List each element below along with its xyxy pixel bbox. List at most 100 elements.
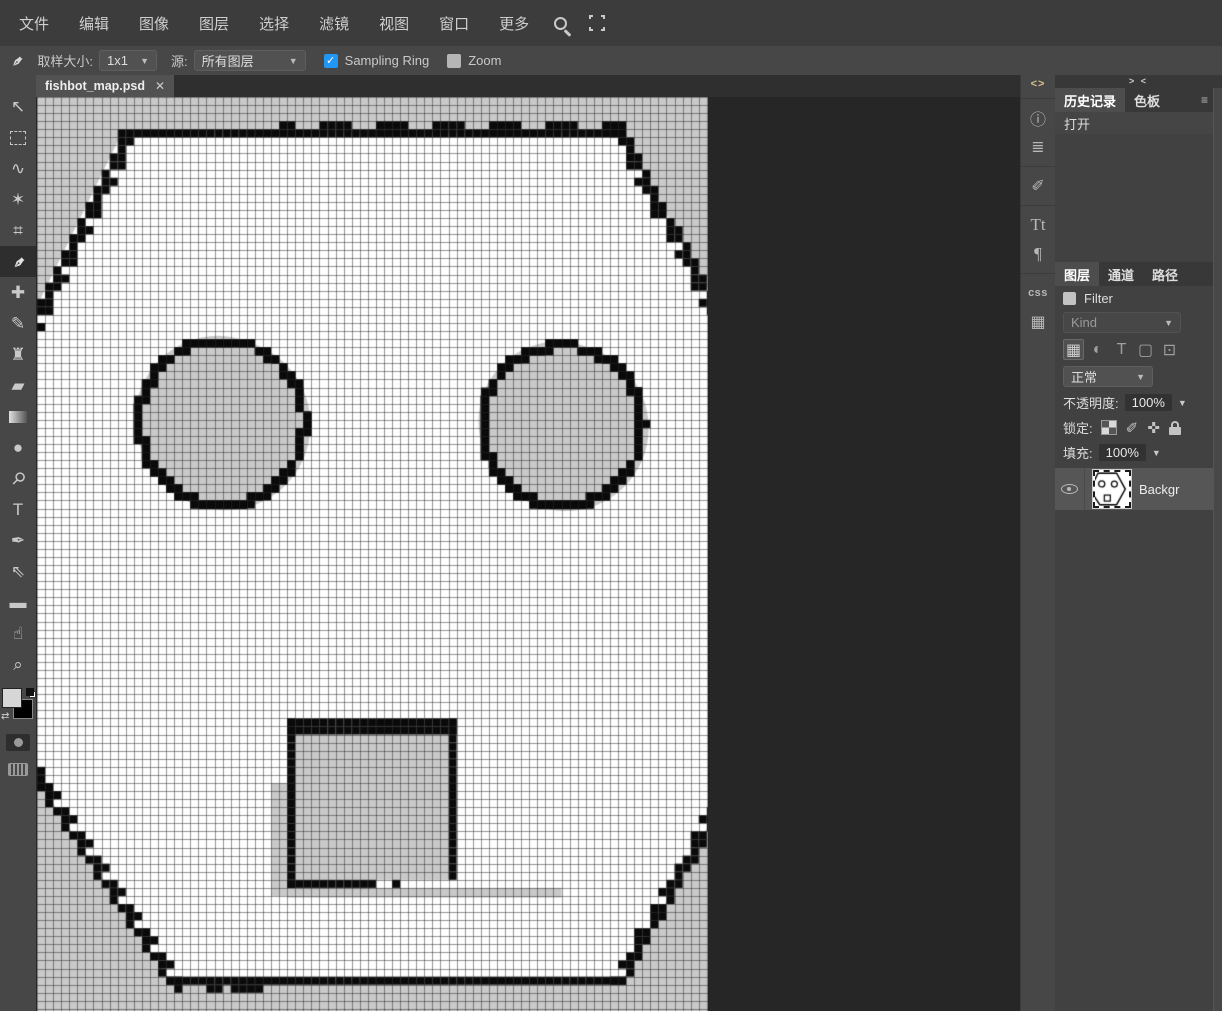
canvas-area (36, 97, 1020, 1011)
type-tool-button[interactable]: T (0, 494, 36, 525)
history-entries: 打开 (1055, 112, 1222, 134)
gradient-tool-button[interactable] (0, 401, 36, 432)
lasso-tool-button[interactable]: ∿ (0, 153, 36, 184)
lock-position-icon[interactable]: ✜ (1147, 419, 1160, 437)
magic-wand-tool-button[interactable]: ✶ (0, 184, 36, 215)
layer-list: Backgr (1055, 468, 1222, 510)
history-tab-0[interactable]: 历史记录 (1055, 88, 1126, 112)
menu-items: 文件 编辑 图像 图层 选择 滤镜 视图 窗口 更多 (4, 0, 544, 46)
layer-row[interactable]: Backgr (1055, 468, 1222, 510)
source-select[interactable]: 所有图层 ▼ (193, 50, 306, 71)
pen-tool-icon: ✒ (10, 530, 26, 550)
layers-tab-2[interactable]: 路径 (1143, 262, 1187, 286)
filter-image-icon[interactable]: ▦ (1063, 339, 1084, 360)
menu-item-0[interactable]: 文件 (4, 0, 64, 46)
layers-panel-tabs: 图层 通道 路径 (1055, 262, 1222, 286)
info-icon[interactable]: ⓘ (1030, 103, 1046, 132)
zoom-tool-button[interactable]: ⌕ (0, 649, 36, 680)
eraser-tool-button[interactable]: ▰ (0, 370, 36, 401)
history-entry[interactable]: 打开 (1055, 112, 1222, 134)
magic-wand-tool-icon: ✶ (10, 189, 26, 209)
menu-item-7[interactable]: 窗口 (424, 0, 484, 46)
clone-stamp-tool-button[interactable]: ♜ (0, 339, 36, 370)
document-canvas[interactable] (37, 97, 708, 1011)
keyboard-shortcuts-icon[interactable] (8, 763, 28, 776)
sampling-ring-label: Sampling Ring (344, 53, 430, 68)
menu-item-4[interactable]: 选择 (244, 0, 304, 46)
search-icon[interactable] (554, 16, 572, 37)
opacity-value[interactable]: 100% (1124, 394, 1172, 411)
hand-tool-icon: ☝ (12, 623, 24, 643)
path-select-tool-button[interactable]: ⇖ (0, 556, 36, 587)
blend-mode-value: 正常 (1071, 370, 1098, 385)
menu-item-1[interactable]: 编辑 (64, 0, 124, 46)
lock-all-icon[interactable] (1168, 420, 1181, 435)
hand-tool-button[interactable]: ☝ (0, 618, 36, 649)
lock-transparency-icon[interactable] (1100, 420, 1117, 435)
brush-tool-button[interactable]: ✎ (0, 308, 36, 339)
kind-select[interactable]: Kind ▼ (1063, 312, 1181, 333)
layer-thumbnail[interactable] (1092, 469, 1132, 509)
chevron-down-icon[interactable]: ▼ (1152, 448, 1161, 458)
blur-tool-button[interactable]: ● (0, 432, 36, 463)
chevron-down-icon[interactable]: ▼ (1178, 398, 1187, 408)
layers-tab-1[interactable]: 通道 (1099, 262, 1143, 286)
filter-frame-icon[interactable]: ▢ (1135, 339, 1156, 360)
menu-item-8[interactable]: 更多 (484, 0, 544, 46)
blur-tool-icon: ● (12, 437, 24, 457)
zoom-label: Zoom (468, 53, 502, 68)
close-icon[interactable]: ✕ (155, 79, 165, 93)
color-swatches[interactable]: ⇄ (1, 688, 36, 722)
collapse-panels-icon[interactable]: <> (1031, 75, 1046, 93)
fullscreen-icon[interactable] (586, 12, 609, 34)
visibility-cell[interactable] (1055, 468, 1085, 510)
menu-item-6[interactable]: 视图 (364, 0, 424, 46)
eyedropper-tool-button[interactable]: ✒ (0, 246, 36, 277)
quick-mask-button[interactable] (6, 734, 30, 751)
zoom-checkbox[interactable]: Zoom (447, 53, 501, 68)
menu-icons (554, 12, 609, 37)
image-icon[interactable]: ▦ (1030, 307, 1045, 336)
filter-type-icon[interactable]: T (1111, 339, 1132, 360)
crop-tool-button[interactable]: ⌗ (0, 215, 36, 246)
strip-separator (1020, 273, 1056, 274)
layers-tab-0[interactable]: 图层 (1055, 262, 1100, 286)
paragraph-icon[interactable]: ¶ (1034, 239, 1042, 268)
panel-collapse-icon[interactable]: > < (1055, 75, 1222, 88)
brush-settings-icon[interactable]: ✐ (1031, 171, 1044, 200)
sampling-ring-checkbox[interactable]: ✓ Sampling Ring (323, 53, 430, 68)
character-icon[interactable]: Tt (1030, 210, 1045, 239)
rectangle-tool-button[interactable]: ▬ (0, 587, 36, 618)
foreground-color-swatch[interactable] (2, 688, 22, 708)
filter-checkbox[interactable] (1063, 292, 1076, 305)
menu-item-5[interactable]: 滤镜 (304, 0, 364, 46)
pen-tool-button[interactable]: ✒ (0, 525, 36, 556)
zoom-tool-icon: ⌕ (13, 654, 23, 674)
dodge-tool-button[interactable]: ⚲ (0, 463, 36, 494)
gradient-tool-icon (9, 410, 27, 423)
filter-adjustment-icon[interactable]: ◐ (1087, 339, 1108, 360)
document-tab[interactable]: fishbot_map.psd ✕ (36, 75, 175, 97)
chevron-down-icon: ▼ (1136, 371, 1145, 382)
panel-scrollbar[interactable] (1213, 88, 1222, 1011)
menu-item-3[interactable]: 图层 (184, 0, 244, 46)
adjustments-icon[interactable]: ≣ (1031, 132, 1044, 161)
css-icon[interactable]: css (1028, 278, 1048, 307)
lock-label: 锁定: (1063, 421, 1093, 436)
lock-pixels-icon[interactable]: ✐ (1126, 419, 1139, 437)
panel-menu-icon[interactable]: ≡ (1201, 88, 1208, 112)
default-colors-icon[interactable] (26, 688, 34, 696)
healing-tool-button[interactable]: ✚ (0, 277, 36, 308)
sample-size-select[interactable]: 1x1 ▼ (99, 50, 158, 71)
eye-icon (1061, 484, 1078, 494)
quick-mask-icon (13, 738, 23, 747)
menu-item-2[interactable]: 图像 (124, 0, 184, 46)
fill-value[interactable]: 100% (1098, 444, 1146, 461)
blend-mode-select[interactable]: 正常 ▼ (1063, 366, 1153, 387)
swap-colors-icon[interactable]: ⇄ (1, 711, 9, 722)
move-tool-button[interactable]: ↖ (0, 91, 36, 122)
kind-value: Kind (1071, 315, 1098, 330)
history-tab-1[interactable]: 色板 (1125, 88, 1169, 112)
marquee-tool-button[interactable] (0, 122, 36, 153)
filter-smart-object-icon[interactable]: ⊡ (1159, 339, 1180, 360)
